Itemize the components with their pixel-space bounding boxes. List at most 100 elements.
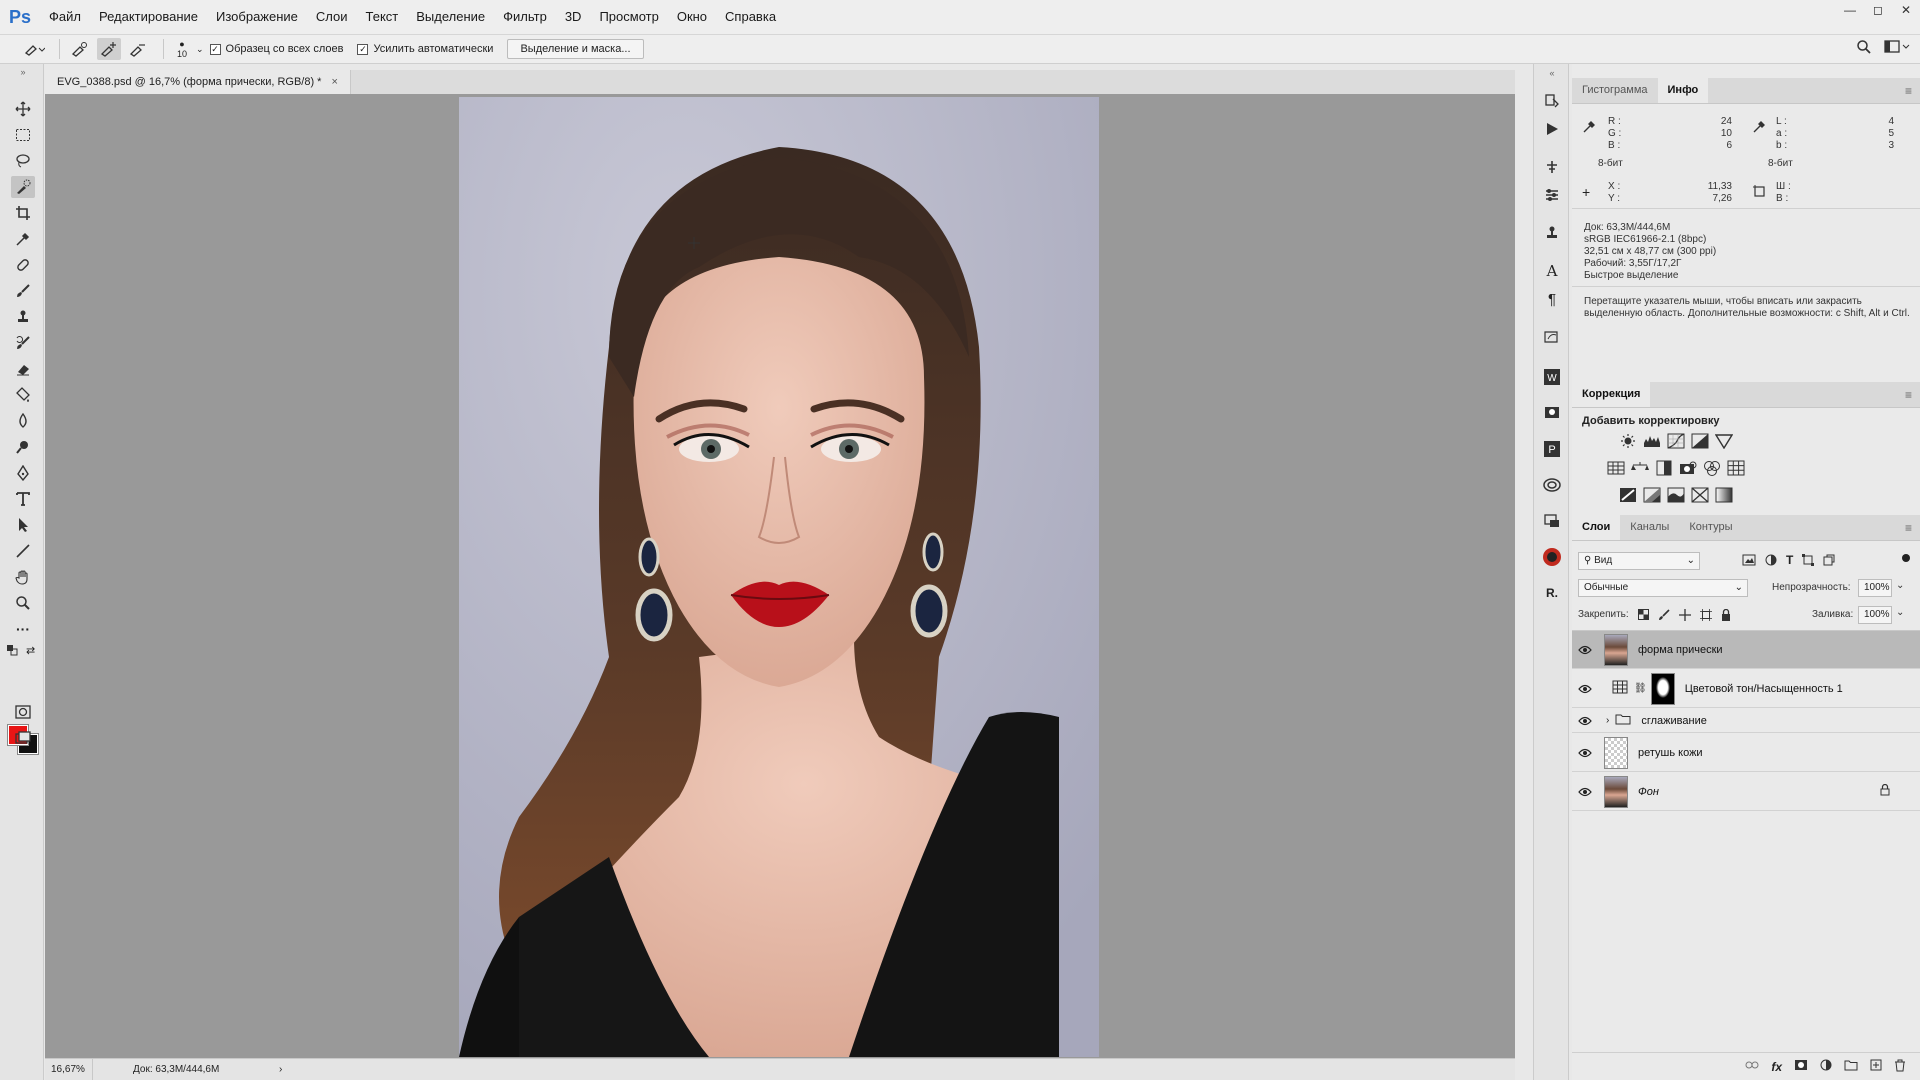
visibility-eye-icon[interactable] (1572, 748, 1598, 758)
collapse-panels-icon[interactable]: « (1540, 68, 1564, 78)
menu-help[interactable]: Справка (716, 0, 785, 34)
clone-source-icon[interactable] (1540, 222, 1564, 244)
vibrance-icon[interactable] (1714, 433, 1734, 450)
layer-row[interactable]: Фон (1572, 773, 1920, 811)
delete-layer-icon[interactable] (1894, 1059, 1906, 1075)
layer-row[interactable]: ⛓ Цветовой тон/Насыщенность 1 (1572, 670, 1920, 708)
chevron-right-icon[interactable]: › (1606, 715, 1609, 726)
history-panel-icon[interactable] (1540, 90, 1564, 112)
lock-artboard-icon[interactable] (1700, 609, 1712, 624)
blend-mode-select[interactable]: Обычные ⌄ (1578, 579, 1748, 597)
close-tab-icon[interactable]: × (331, 76, 337, 88)
add-to-selection-icon[interactable] (97, 38, 121, 60)
new-selection-icon[interactable] (68, 38, 92, 60)
type-tool-icon[interactable] (11, 488, 35, 510)
new-adjustment-layer-icon[interactable] (1820, 1059, 1832, 1074)
brush-presets-icon[interactable] (1540, 326, 1564, 348)
lasso-tool-icon[interactable] (11, 150, 35, 172)
eyedropper-tool-icon[interactable] (11, 228, 35, 250)
timeline-panel-icon[interactable] (1540, 510, 1564, 532)
subtract-from-selection-icon[interactable] (126, 38, 150, 60)
color-lookup-icon[interactable] (1727, 460, 1745, 476)
layer-name[interactable]: сглаживание (1641, 715, 1706, 727)
layer-filter-select[interactable]: ⚲ Вид ⌄ (1578, 552, 1700, 570)
posterize-icon[interactable] (1643, 487, 1661, 503)
move-tool-icon[interactable] (11, 98, 35, 120)
history-brush-tool-icon[interactable] (11, 332, 35, 354)
panel-menu-icon[interactable]: ≡ (1905, 84, 1912, 98)
menu-layers[interactable]: Слои (307, 0, 357, 34)
path-selection-tool-icon[interactable] (11, 514, 35, 536)
visibility-eye-icon[interactable] (1572, 645, 1598, 655)
link-layers-icon[interactable] (1745, 1060, 1759, 1073)
layer-mask-thumbnail[interactable] (1650, 672, 1675, 705)
tab-channels[interactable]: Каналы (1620, 515, 1679, 540)
filter-adjustment-icon[interactable] (1765, 554, 1777, 569)
auto-enhance-option[interactable]: ✓ Усилить автоматически (357, 43, 493, 55)
selective-color-icon[interactable] (1691, 487, 1709, 503)
brush-tool-icon[interactable] (11, 280, 35, 302)
layer-row[interactable]: ретушь кожи (1572, 734, 1920, 772)
visibility-eye-icon[interactable] (1572, 716, 1598, 726)
link-chain-icon[interactable]: ⛓ (1634, 683, 1647, 694)
threshold-icon[interactable] (1667, 487, 1685, 503)
select-and-mask-button[interactable]: Выделение и маска... (507, 39, 644, 59)
tab-correction[interactable]: Коррекция (1572, 382, 1651, 407)
tab-histogram[interactable]: Гистограмма (1572, 78, 1658, 103)
menu-select[interactable]: Выделение (407, 0, 494, 34)
healing-brush-tool-icon[interactable] (11, 254, 35, 276)
creative-cloud-icon[interactable] (1540, 474, 1564, 496)
levels-icon[interactable] (1643, 433, 1661, 449)
adjustments-panel-icon[interactable] (1540, 156, 1564, 178)
pen-tool-icon[interactable] (11, 462, 35, 484)
filter-type-icon[interactable]: T (1786, 554, 1793, 569)
exposure-icon[interactable] (1691, 433, 1709, 449)
menu-3d[interactable]: 3D (556, 0, 591, 34)
line-tool-icon[interactable] (11, 540, 35, 562)
close-button[interactable]: ✕ (1892, 0, 1920, 20)
menu-window[interactable]: Окно (668, 0, 716, 34)
filter-pixel-icon[interactable] (1742, 554, 1756, 569)
filter-smart-object-icon[interactable] (1823, 554, 1835, 569)
add-mask-icon[interactable] (1794, 1059, 1808, 1074)
sample-all-layers-checkbox[interactable]: ✓ (209, 43, 221, 55)
menu-edit[interactable]: Редактирование (90, 0, 207, 34)
search-icon[interactable] (1856, 39, 1872, 58)
chevron-down-icon[interactable]: ⌄ (1896, 607, 1904, 618)
libraries-icon[interactable]: W (1540, 366, 1564, 388)
photo-filter-icon[interactable] (1679, 460, 1697, 476)
workspace-icon[interactable] (1884, 40, 1910, 57)
blur-tool-icon[interactable] (11, 410, 35, 432)
new-group-icon[interactable] (1844, 1059, 1858, 1074)
filter-shape-icon[interactable] (1802, 554, 1815, 569)
quick-mask-icon[interactable] (11, 701, 35, 723)
status-menu-arrow[interactable]: › (273, 1064, 282, 1075)
gradient-tool-icon[interactable] (11, 384, 35, 406)
sample-all-layers-option[interactable]: ✓ Образец со всех слоев (209, 43, 343, 55)
marquee-tool-icon[interactable] (11, 124, 35, 146)
hue-saturation-icon[interactable] (1607, 460, 1625, 476)
crop-tool-icon[interactable] (11, 202, 35, 224)
maximize-button[interactable]: ◻ (1864, 0, 1892, 20)
character-panel-icon[interactable]: A (1540, 260, 1564, 282)
menu-file[interactable]: Файл (40, 0, 90, 34)
gradient-map-icon[interactable] (1715, 487, 1733, 503)
zoom-tool-icon[interactable] (11, 592, 35, 614)
more-tools-icon[interactable]: ··· (11, 618, 35, 640)
new-layer-icon[interactable] (1870, 1059, 1882, 1074)
layer-group-row[interactable]: › сглаживание (1572, 709, 1920, 733)
lock-brush-icon[interactable] (1658, 609, 1670, 624)
paragraph-panel-icon[interactable]: ¶ (1540, 288, 1564, 310)
opacity-input[interactable]: 100% (1858, 579, 1892, 597)
properties-panel-icon[interactable] (1540, 184, 1564, 206)
tool-preset-picker[interactable] (22, 38, 46, 60)
menu-image[interactable]: Изображение (207, 0, 307, 34)
hand-tool-icon[interactable] (11, 566, 35, 588)
menu-text[interactable]: Текст (357, 0, 408, 34)
glyphs-icon[interactable] (1540, 402, 1564, 424)
color-balance-icon[interactable] (1631, 460, 1649, 476)
layer-style-fx-icon[interactable]: fx (1771, 1060, 1782, 1074)
plugin-panel-icon[interactable]: P (1540, 438, 1564, 460)
layer-name[interactable]: Фон (1638, 786, 1659, 798)
tab-paths[interactable]: Контуры (1679, 515, 1742, 540)
